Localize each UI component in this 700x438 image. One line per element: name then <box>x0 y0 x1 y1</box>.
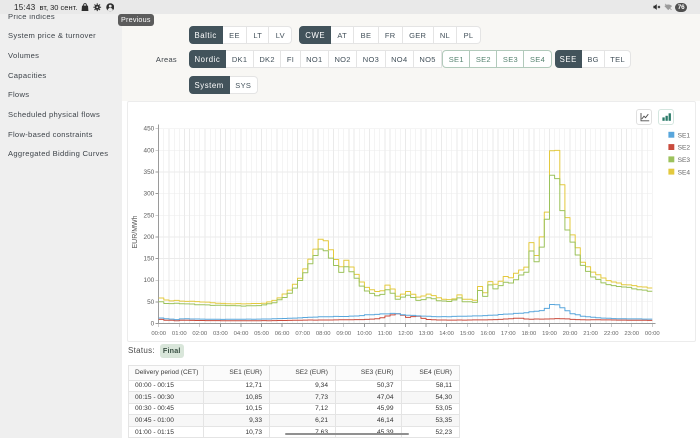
svg-text:SE1: SE1 <box>678 132 691 139</box>
svg-text:350: 350 <box>144 169 155 176</box>
svg-text:SE4: SE4 <box>678 169 691 176</box>
svg-text:100: 100 <box>144 277 155 284</box>
svg-text:150: 150 <box>144 256 155 263</box>
svg-text:14:00: 14:00 <box>439 331 454 337</box>
svg-text:01:00: 01:00 <box>172 331 187 337</box>
svg-text:07:00: 07:00 <box>295 331 310 337</box>
svg-text:450: 450 <box>144 126 155 133</box>
svg-text:04:00: 04:00 <box>234 331 249 337</box>
svg-text:0: 0 <box>151 321 155 328</box>
svg-text:EUR/MWh: EUR/MWh <box>132 215 139 248</box>
svg-text:22:00: 22:00 <box>604 331 619 337</box>
svg-text:15:00: 15:00 <box>460 331 475 337</box>
svg-text:SE2: SE2 <box>678 145 691 152</box>
svg-text:21:00: 21:00 <box>583 331 598 337</box>
svg-text:250: 250 <box>144 212 155 219</box>
svg-text:09:00: 09:00 <box>336 331 351 337</box>
svg-text:05:00: 05:00 <box>254 331 269 337</box>
svg-text:200: 200 <box>144 234 155 241</box>
svg-text:10:00: 10:00 <box>357 331 372 337</box>
svg-text:17:00: 17:00 <box>501 331 516 337</box>
svg-text:06:00: 06:00 <box>275 331 290 337</box>
svg-text:00:00: 00:00 <box>151 331 166 337</box>
svg-text:08:00: 08:00 <box>316 331 331 337</box>
svg-text:16:00: 16:00 <box>480 331 495 337</box>
svg-text:SE3: SE3 <box>678 157 691 164</box>
svg-text:19:00: 19:00 <box>542 331 557 337</box>
svg-text:50: 50 <box>147 299 155 306</box>
svg-text:03:00: 03:00 <box>213 331 228 337</box>
svg-text:20:00: 20:00 <box>563 331 578 337</box>
svg-text:00:00: 00:00 <box>645 331 660 337</box>
svg-text:300: 300 <box>144 191 155 198</box>
svg-text:400: 400 <box>144 147 155 154</box>
svg-text:11:00: 11:00 <box>378 331 393 337</box>
svg-text:12:00: 12:00 <box>398 331 413 337</box>
svg-text:13:00: 13:00 <box>419 331 434 337</box>
svg-text:18:00: 18:00 <box>522 331 537 337</box>
svg-text:02:00: 02:00 <box>192 331 207 337</box>
svg-text:23:00: 23:00 <box>624 331 639 337</box>
